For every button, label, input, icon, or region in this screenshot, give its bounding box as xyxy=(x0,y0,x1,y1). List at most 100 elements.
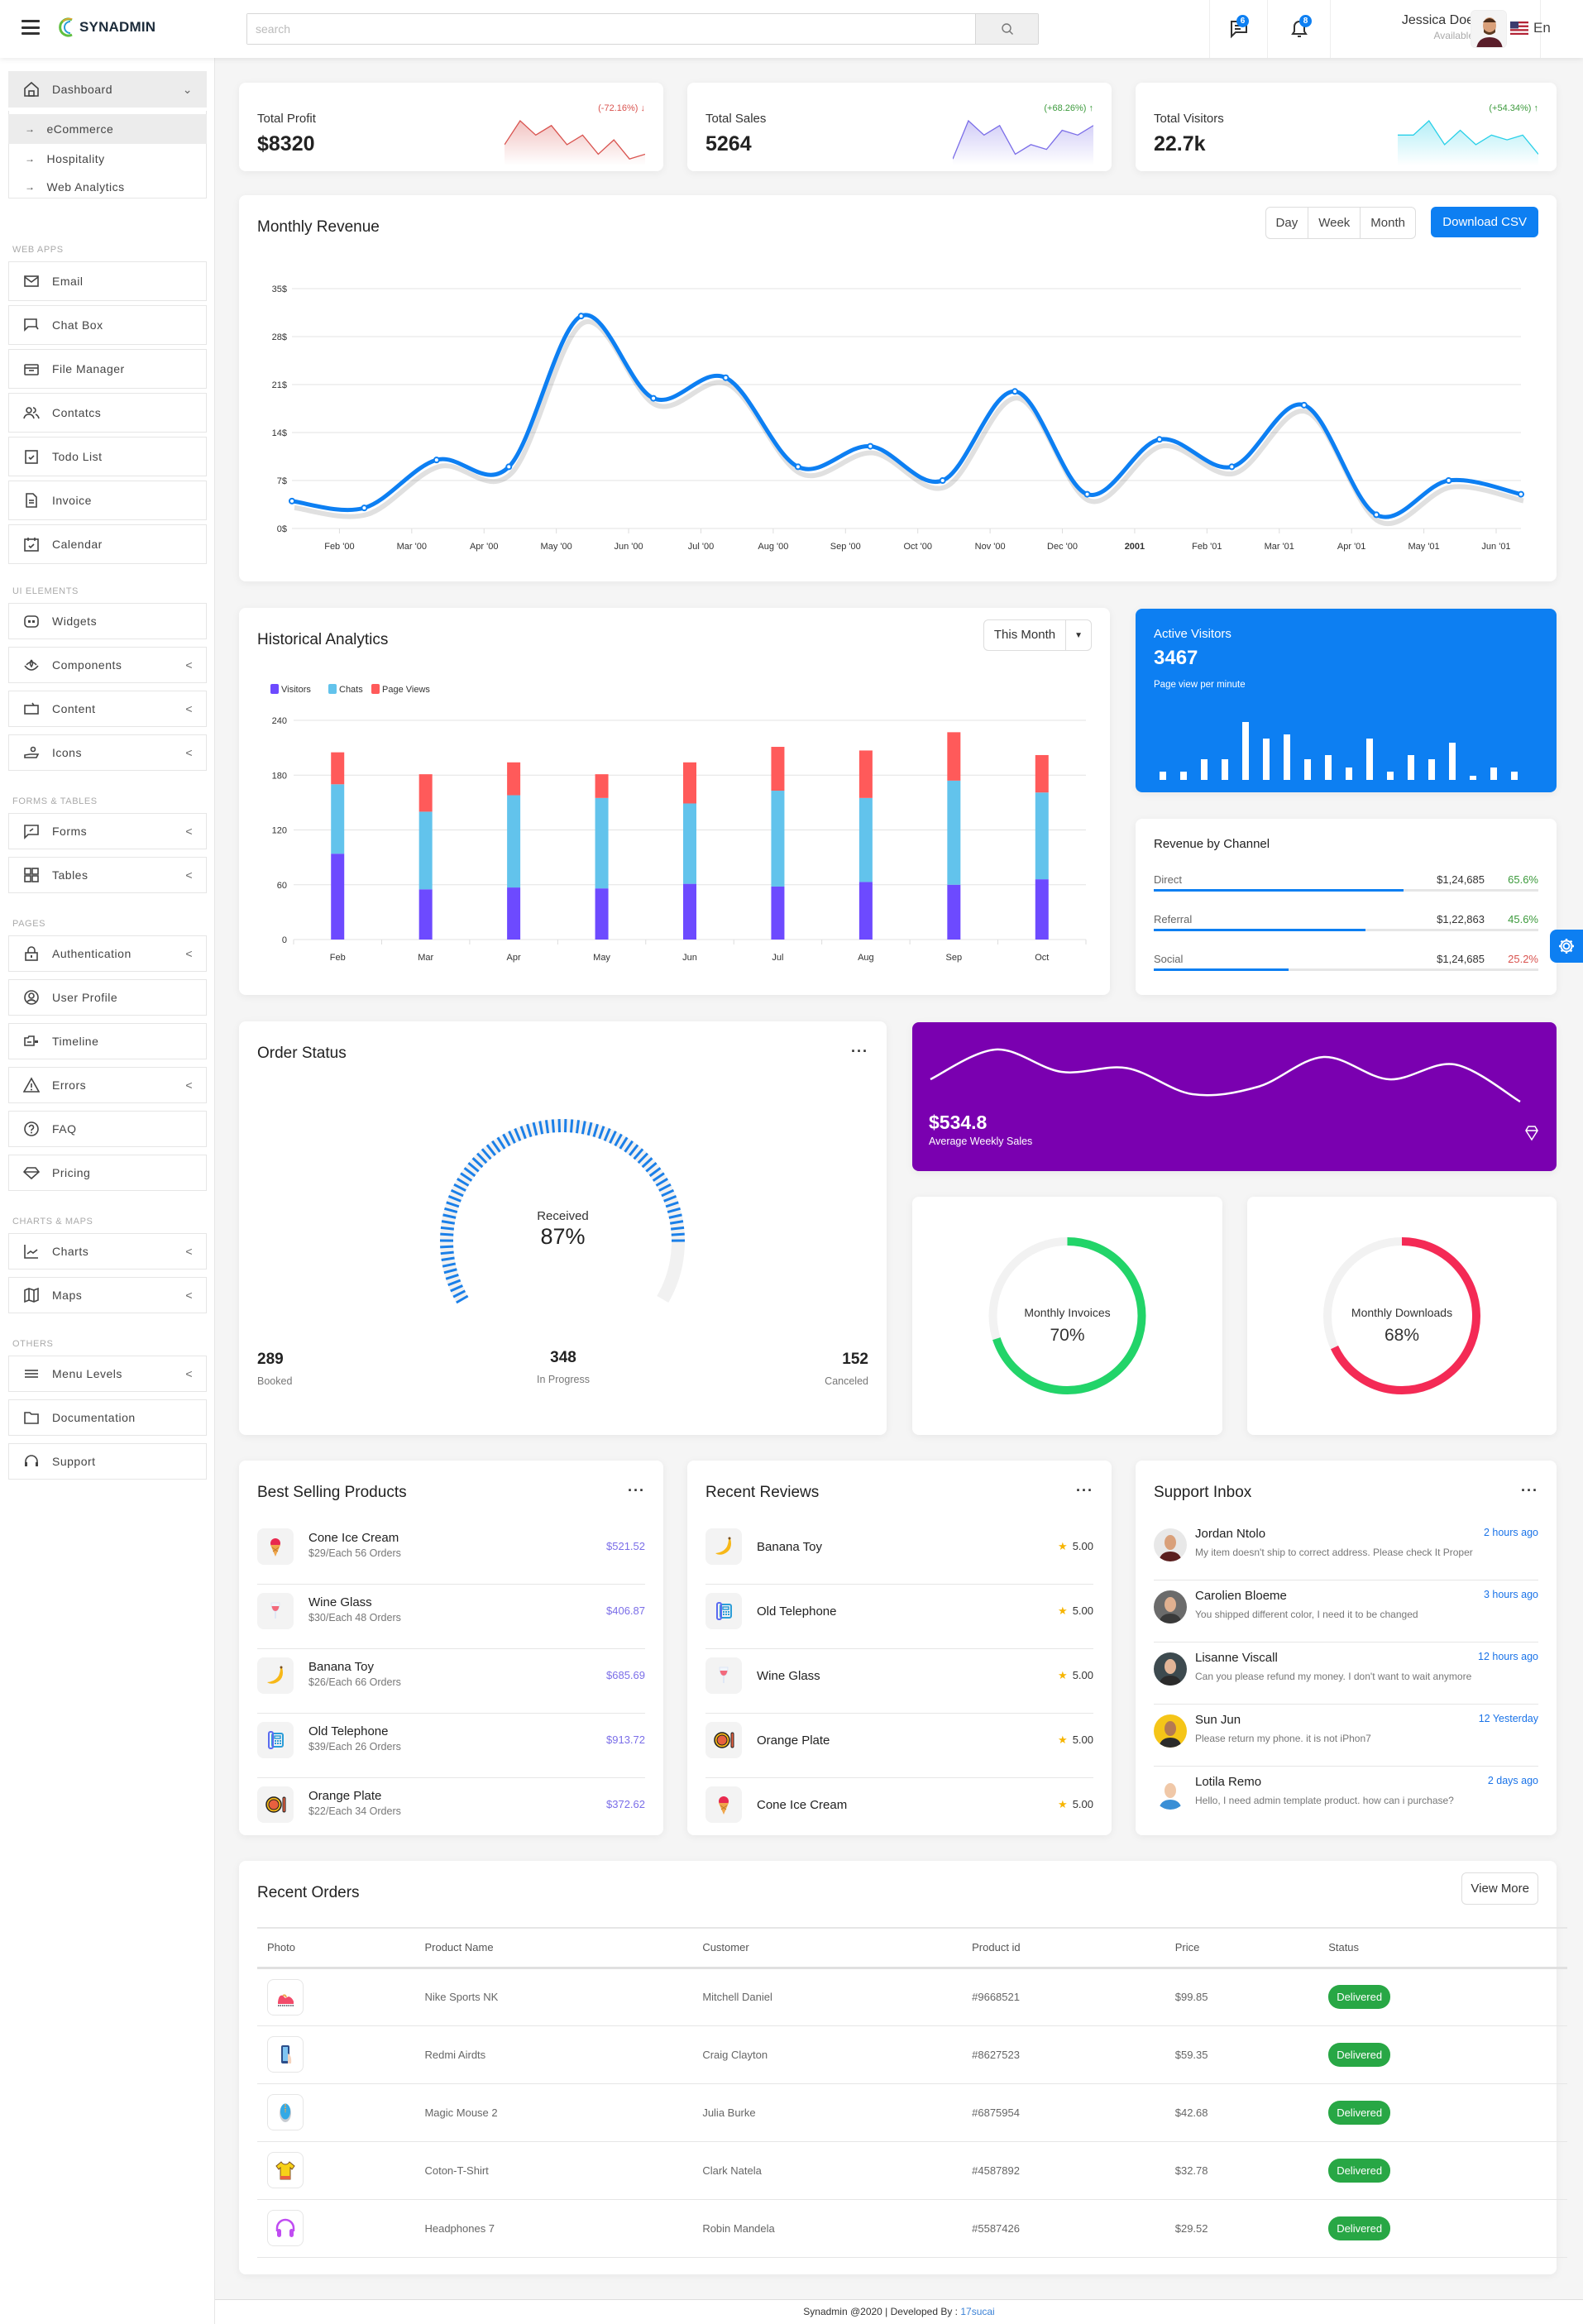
bar-segment[interactable] xyxy=(947,780,961,885)
sidebar-item-menu-levels[interactable]: Menu Levels < xyxy=(8,1356,207,1392)
bar-segment[interactable] xyxy=(858,750,873,798)
sidebar-item-contatcs[interactable]: Contatcs xyxy=(8,393,207,433)
bar-segment[interactable] xyxy=(595,888,609,940)
user-avatar[interactable] xyxy=(1471,10,1507,48)
bar-segment[interactable] xyxy=(1035,754,1049,793)
sidebar-item-support[interactable]: Support xyxy=(8,1443,207,1480)
review-row[interactable]: Banana Toy ★ 5.00 xyxy=(705,1520,1093,1585)
data-point[interactable] xyxy=(1373,511,1380,519)
data-point[interactable] xyxy=(505,463,513,471)
bar-segment[interactable] xyxy=(418,811,433,890)
bar-segment[interactable] xyxy=(771,791,785,887)
order-row[interactable]: Magic Mouse 2 Julia Burke #6875954 $42.6… xyxy=(257,2083,1567,2142)
review-row[interactable]: Wine Glass ★ 5.00 xyxy=(705,1649,1093,1714)
sidebar-item-tables[interactable]: Tables < xyxy=(8,857,207,893)
menu-toggle-icon[interactable] xyxy=(22,20,40,35)
bar-segment[interactable] xyxy=(858,882,873,940)
data-point[interactable] xyxy=(1445,477,1452,484)
data-point[interactable] xyxy=(577,313,585,320)
sidebar-item-todo-list[interactable]: Todo List xyxy=(8,437,207,476)
brand-logo[interactable]: SYNADMIN xyxy=(58,17,155,38)
sidebar-item-timeline[interactable]: Timeline xyxy=(8,1023,207,1059)
sidebar-subitem-ecommerce[interactable]: → eCommerce xyxy=(8,114,207,144)
data-point[interactable] xyxy=(1155,436,1163,443)
messages-button[interactable]: 6 xyxy=(1209,0,1267,58)
sidebar-item-pricing[interactable]: Pricing xyxy=(8,1155,207,1191)
sidebar-item-authentication[interactable]: Authentication < xyxy=(8,935,207,972)
data-point[interactable] xyxy=(939,477,946,484)
order-row[interactable]: Nike Sports NK Mitchell Daniel #9668521 … xyxy=(257,1968,1567,2026)
inbox-message[interactable]: Lotila Remo Hello, I need admin template… xyxy=(1154,1767,1538,1829)
sidebar-item-components[interactable]: Components < xyxy=(8,647,207,683)
inbox-message[interactable]: Jordan Ntolo My item doesn't ship to cor… xyxy=(1154,1518,1538,1580)
view-more-button[interactable]: View More xyxy=(1461,1872,1538,1905)
bar-segment[interactable] xyxy=(595,774,609,798)
column-header[interactable]: Price xyxy=(1165,1927,1319,1969)
search-input[interactable] xyxy=(247,14,975,44)
data-point[interactable] xyxy=(867,442,874,450)
sidebar-item-email[interactable]: Email xyxy=(8,261,207,301)
data-point[interactable] xyxy=(722,374,729,381)
sidebar-item-content[interactable]: Content < xyxy=(8,691,207,727)
bar-segment[interactable] xyxy=(331,854,345,940)
data-point[interactable] xyxy=(361,504,368,512)
data-point[interactable] xyxy=(433,457,440,464)
inbox-message[interactable]: Sun Jun Please return my phone. it is no… xyxy=(1154,1705,1538,1767)
data-point[interactable] xyxy=(1011,388,1019,395)
product-row[interactable]: Banana Toy $26/Each 66 Orders $685.69 xyxy=(257,1649,645,1714)
notifications-button[interactable]: 8 xyxy=(1267,0,1330,58)
sidebar-item-charts[interactable]: Charts < xyxy=(8,1233,207,1270)
bar-segment[interactable] xyxy=(418,774,433,812)
sidebar-subitem-hospitality[interactable]: → Hospitality xyxy=(8,144,207,174)
order-row[interactable]: Redmi Airdts Craig Clayton #8627523 $59.… xyxy=(257,2025,1567,2084)
more-options-icon[interactable]: ··· xyxy=(628,1482,645,1499)
data-point[interactable] xyxy=(1083,490,1091,498)
sidebar-item-calendar[interactable]: Calendar xyxy=(8,524,207,564)
sidebar-item-invoice[interactable]: Invoice xyxy=(8,481,207,520)
footer-link[interactable]: 17sucai xyxy=(960,2306,994,2317)
column-header[interactable]: Customer xyxy=(692,1927,963,1969)
sidebar-item-maps[interactable]: Maps < xyxy=(8,1277,207,1313)
inbox-message[interactable]: Carolien Bloeme You shipped different co… xyxy=(1154,1580,1538,1643)
data-point[interactable] xyxy=(289,497,295,504)
review-row[interactable]: Cone Ice Cream ★ 5.00 xyxy=(705,1778,1093,1843)
column-header[interactable]: Photo xyxy=(257,1927,415,1969)
data-point[interactable] xyxy=(1300,401,1308,409)
bar-segment[interactable] xyxy=(683,883,696,940)
bar-segment[interactable] xyxy=(1035,879,1049,940)
data-point[interactable] xyxy=(794,463,801,471)
sidebar-item-faq[interactable]: FAQ xyxy=(8,1111,207,1147)
bar-segment[interactable] xyxy=(858,797,873,882)
column-header[interactable]: Product Name xyxy=(414,1927,693,1969)
sidebar-item-documentation[interactable]: Documentation xyxy=(8,1399,207,1436)
bar-segment[interactable] xyxy=(507,795,521,888)
sidebar-item-user-profile[interactable]: User Profile xyxy=(8,979,207,1016)
sidebar-subitem-web-analytics[interactable]: → Web Analytics xyxy=(8,172,207,202)
sidebar-item-widgets[interactable]: Widgets xyxy=(8,603,207,639)
sidebar-item-icons[interactable]: Icons < xyxy=(8,734,207,771)
bar-segment[interactable] xyxy=(683,803,696,884)
column-header[interactable]: Status xyxy=(1318,1927,1567,1969)
sidebar-item-file-manager[interactable]: File Manager xyxy=(8,349,207,389)
data-point[interactable] xyxy=(1228,463,1236,471)
bar-segment[interactable] xyxy=(331,752,345,785)
settings-button[interactable] xyxy=(1550,930,1583,963)
data-point[interactable] xyxy=(650,395,658,402)
language-selector[interactable]: En xyxy=(1510,20,1551,36)
more-options-icon[interactable]: ··· xyxy=(1076,1482,1093,1499)
sidebar-item-errors[interactable]: Errors < xyxy=(8,1067,207,1103)
review-row[interactable]: Orange Plate ★ 5.00 xyxy=(705,1714,1093,1778)
order-row[interactable]: Headphones 7 Robin Mandela #5587426 $29.… xyxy=(257,2199,1567,2258)
product-row[interactable]: Cone Ice Cream $29/Each 56 Orders $521.5… xyxy=(257,1520,645,1585)
review-row[interactable]: Old Telephone ★ 5.00 xyxy=(705,1585,1093,1649)
more-options-icon[interactable]: ··· xyxy=(1521,1482,1538,1499)
bar-segment[interactable] xyxy=(507,762,521,796)
product-row[interactable]: Orange Plate $22/Each 34 Orders $372.62 xyxy=(257,1778,645,1843)
bar-segment[interactable] xyxy=(331,784,345,854)
bar-segment[interactable] xyxy=(947,884,961,940)
sidebar-item-chat-box[interactable]: Chat Box xyxy=(8,305,207,345)
bar-segment[interactable] xyxy=(947,732,961,781)
search-button[interactable] xyxy=(975,14,1038,44)
bar-segment[interactable] xyxy=(771,747,785,791)
bar-segment[interactable] xyxy=(771,886,785,940)
